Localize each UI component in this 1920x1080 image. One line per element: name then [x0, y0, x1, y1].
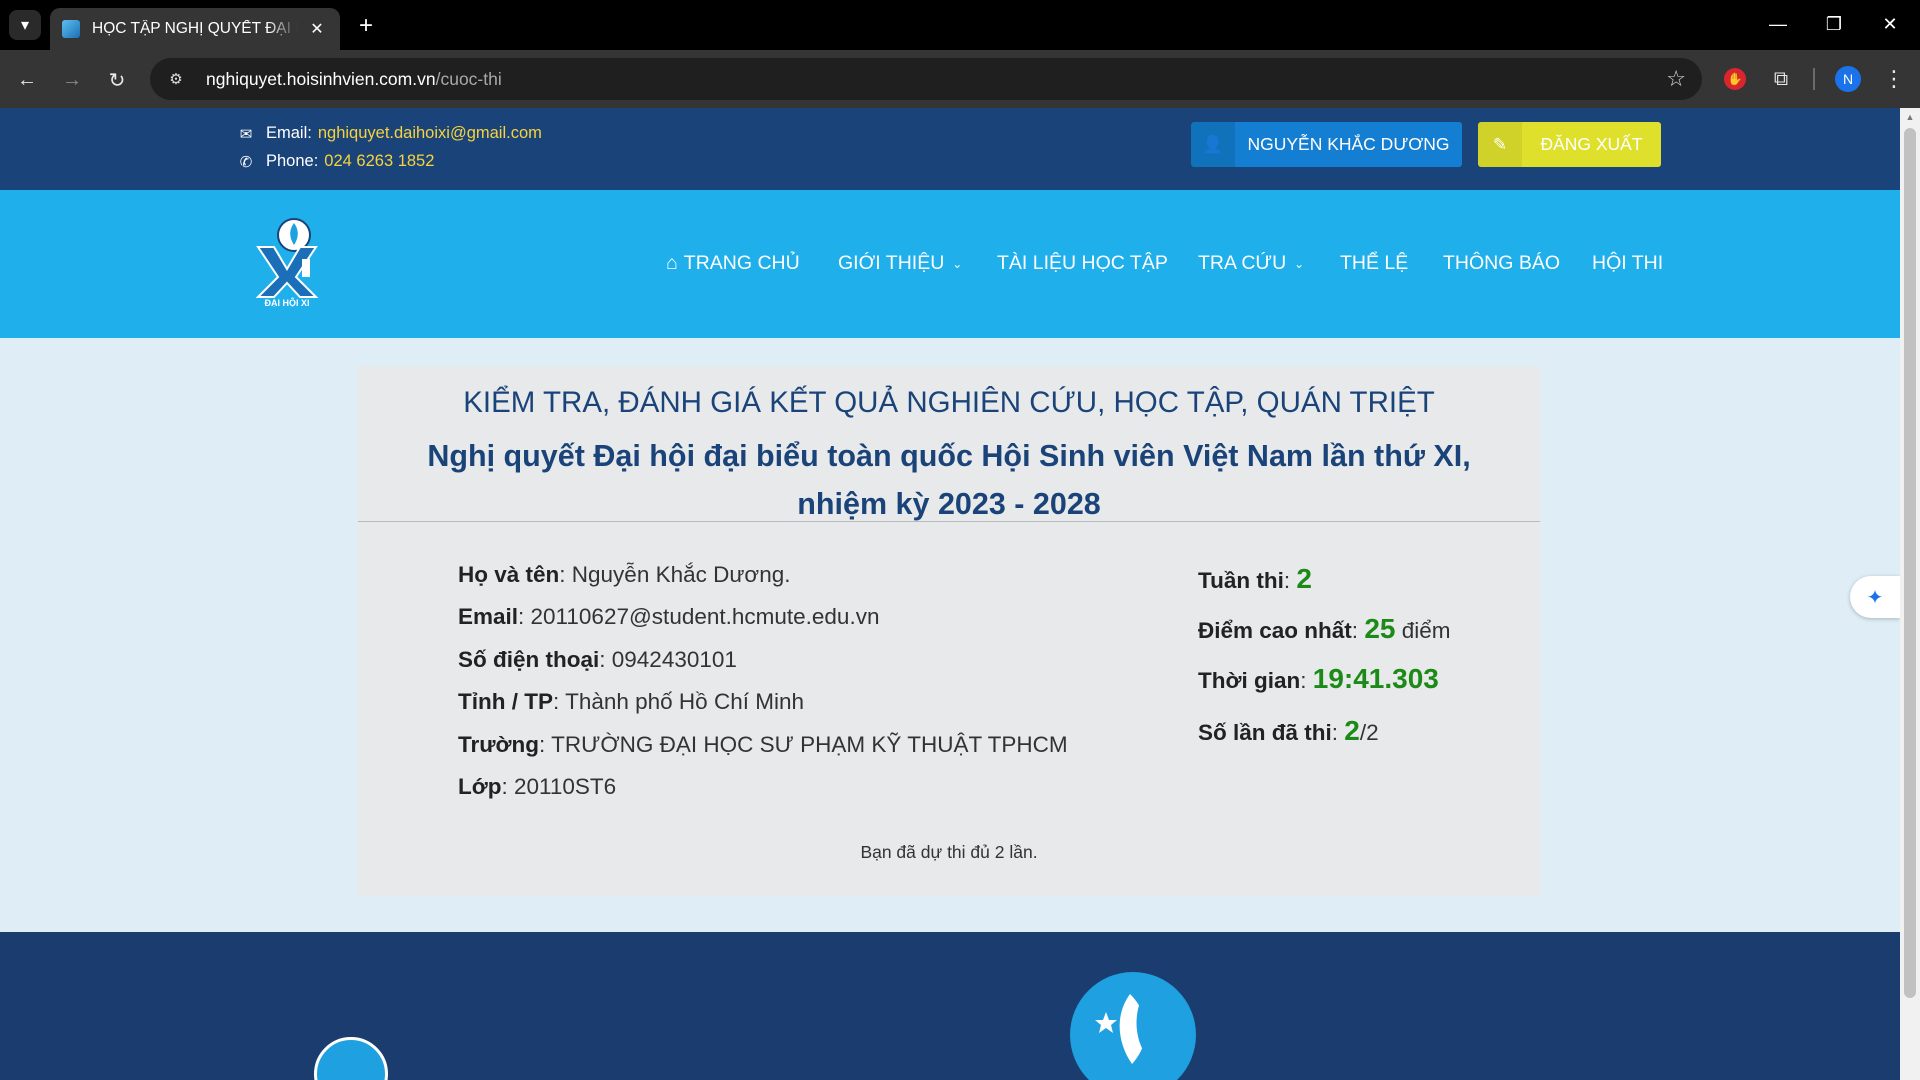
sparkle-drop-icon: ✦ — [1866, 586, 1884, 609]
browser-tab-active[interactable]: HỌC TẬP NGHỊ QUYẾT ĐẠI HỘI XI ✕ — [50, 8, 340, 50]
footer-logo-small — [314, 1037, 388, 1080]
info-class: Lớp: 20110ST6 — [458, 774, 617, 799]
reload-button[interactable]: ↻ — [101, 64, 133, 96]
nav-the-le[interactable]: THỂ LỆ — [1340, 252, 1408, 275]
info-province: Tỉnh / TP: Thành phố Hồ Chí Minh — [458, 689, 804, 714]
phone-icon: ✆ — [239, 153, 253, 171]
tab-title: HỌC TẬP NGHỊ QUYẾT ĐẠI HỘI XI — [92, 20, 298, 37]
nav-hoi-thi[interactable]: HỘI THI — [1592, 252, 1663, 275]
site-info-icon[interactable]: ⚙ — [164, 67, 188, 91]
browser-toolbar: ← → ↻ ⚙ nghiquyet.hoisinhvien.com.vn/cuo… — [0, 50, 1920, 108]
stat-time: Thời gian: 19:41.303 — [1198, 663, 1439, 694]
minimize-button[interactable]: — — [1758, 6, 1798, 42]
nav-tra-cuu[interactable]: TRA CỨU ⌄ — [1198, 252, 1304, 275]
nav-trang-chu[interactable]: ⌂ TRANG CHỦ — [666, 252, 800, 275]
contact-phone: ✆ Phone: 024 6263 1852 — [236, 152, 435, 171]
user-profile-button[interactable]: 👤 NGUYỄN KHẮC DƯƠNG — [1191, 122, 1462, 167]
restore-button[interactable]: ❐ — [1814, 6, 1854, 42]
page-footer — [0, 932, 1900, 1080]
envelope-icon: ✉ — [239, 125, 253, 143]
stat-best-score: Điểm cao nhất: 25 điểm — [1198, 613, 1451, 644]
card-divider — [358, 521, 1540, 522]
page-scrollbar[interactable]: ▲ — [1900, 108, 1920, 1080]
scrollbar-thumb[interactable] — [1904, 128, 1916, 998]
forward-button[interactable]: → — [56, 64, 88, 96]
new-tab-button[interactable]: + — [352, 12, 380, 40]
logout-button[interactable]: ✎ ĐĂNG XUẤT — [1478, 122, 1661, 167]
page-viewport: ✉ Email: nghiquyet.daihoixi@gmail.com ✆ … — [0, 108, 1900, 1080]
contact-topbar: ✉ Email: nghiquyet.daihoixi@gmail.com ✆ … — [0, 108, 1900, 190]
contact-email: ✉ Email: nghiquyet.daihoixi@gmail.com — [236, 124, 542, 143]
nav-thong-bao[interactable]: THÔNG BÁO — [1443, 252, 1560, 275]
stat-week: Tuần thi: 2 — [1198, 563, 1312, 594]
stat-attempts: Số lần đã thi: 2/2 — [1198, 715, 1379, 746]
toolbar-divider — [1813, 68, 1815, 90]
info-school: Trường: TRƯỜNG ĐẠI HỌC SƯ PHẠM KỸ THUẬT … — [458, 732, 1068, 757]
info-full-name: Họ và tên: Nguyễn Khắc Dương. — [458, 562, 791, 587]
url-text: nghiquyet.hoisinhvien.com.vn/cuoc-thi — [206, 68, 502, 89]
info-email: Email: 20110627@student.hcmute.edu.vn — [458, 604, 880, 629]
svg-text:ĐẠI HỘI XI: ĐẠI HỘI XI — [264, 297, 309, 307]
home-icon: ⌂ — [666, 252, 678, 274]
close-tab-icon[interactable]: ✕ — [306, 18, 328, 40]
extension-red-icon[interactable]: ✋ — [1720, 64, 1750, 94]
dai-hoi-xi-logo[interactable]: ĐẠI HỘI XI — [252, 217, 322, 307]
phone-link[interactable]: 024 6263 1852 — [324, 152, 434, 171]
chevron-down-icon: ⌄ — [952, 256, 963, 271]
main-navbar: ĐẠI HỘI XI ⌂ TRANG CHỦ GIỚI THIỆU ⌄ TÀI … — [0, 190, 1900, 338]
floating-helper-button[interactable]: ✦ — [1850, 576, 1900, 618]
card-heading: KIỂM TRA, ĐÁNH GIÁ KẾT QUẢ NGHIÊN CỨU, H… — [463, 386, 1435, 419]
back-button[interactable]: ← — [11, 64, 43, 96]
tab-search-button[interactable]: ▾ — [9, 10, 41, 40]
nav-tai-lieu-hoc-tap[interactable]: TÀI LIỆU HỌC TẬP — [997, 252, 1168, 275]
browser-menu-icon[interactable]: ⋮ — [1880, 64, 1908, 94]
close-window-button[interactable]: ✕ — [1870, 6, 1910, 42]
address-bar[interactable]: ⚙ nghiquyet.hoisinhvien.com.vn/cuoc-thi … — [150, 58, 1702, 100]
result-card: KIỂM TRA, ĐÁNH GIÁ KẾT QUẢ NGHIÊN CỨU, H… — [358, 366, 1540, 896]
extensions-puzzle-icon[interactable]: ⧉ — [1766, 64, 1796, 94]
attempts-note: Bạn đã dự thi đủ 2 lần. — [860, 842, 1038, 862]
nav-gioi-thieu[interactable]: GIỚI THIỆU ⌄ — [838, 252, 962, 275]
browser-tabstrip: ▾ HỌC TẬP NGHỊ QUYẾT ĐẠI HỘI XI ✕ + — ❐ … — [0, 0, 1920, 50]
email-link[interactable]: nghiquyet.daihoixi@gmail.com — [318, 124, 542, 143]
profile-avatar[interactable]: N — [1835, 66, 1861, 92]
card-subheading: Nghị quyết Đại hội đại biểu toàn quốc Hộ… — [427, 439, 1471, 521]
chevron-down-icon: ▾ — [20, 17, 30, 34]
user-icon: 👤 — [1191, 122, 1235, 167]
chevron-down-icon: ⌄ — [1294, 256, 1305, 271]
scroll-up-arrow-icon[interactable]: ▲ — [1904, 112, 1916, 122]
info-phone: Số điện thoại: 0942430101 — [458, 647, 737, 672]
edit-icon: ✎ — [1478, 122, 1522, 167]
site-favicon-icon — [62, 20, 80, 38]
hoi-sinh-vien-logo — [1070, 972, 1196, 1080]
bookmark-star-icon[interactable]: ☆ — [1666, 66, 1686, 92]
